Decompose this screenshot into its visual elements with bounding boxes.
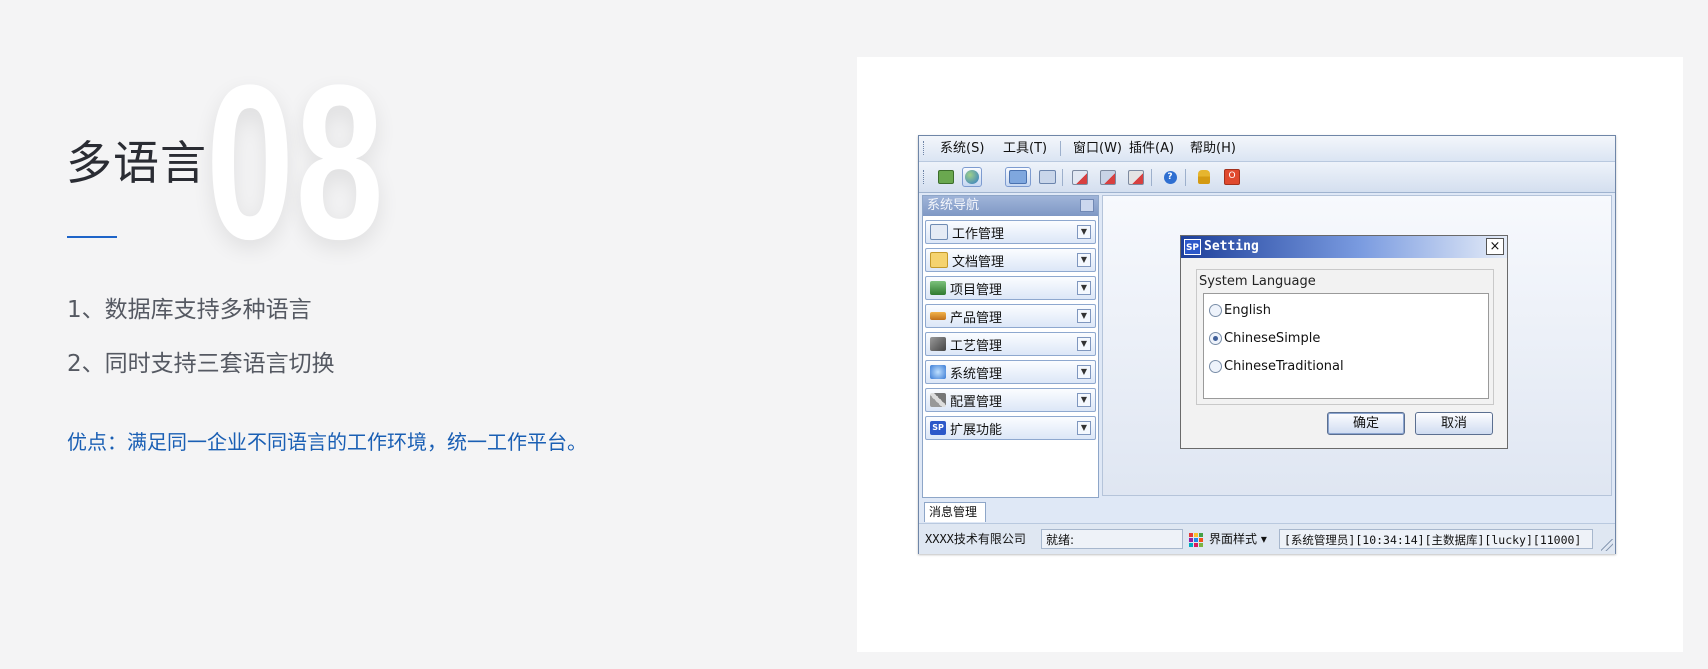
nav-item-label: 配置管理 (950, 394, 1003, 410)
pin-icon[interactable] (1080, 199, 1094, 212)
nav-item-work[interactable]: 工作管理 ▼ (925, 220, 1096, 244)
nav-item-label: 工作管理 (952, 226, 1005, 242)
nav-item-config[interactable]: 配置管理 ▼ (925, 388, 1096, 412)
nav-item-projects[interactable]: 项目管理 ▼ (925, 276, 1096, 300)
system-navigation-panel: 系统导航 工作管理 ▼ 文档管理 ▼ 项目管理 ▼ 产品管理 ▼ 工艺管理 ▼ (922, 195, 1099, 498)
status-company: XXXX技术有限公司 (925, 532, 1026, 546)
language-option-label: ChineseTraditional (1224, 359, 1344, 374)
chevron-down-icon[interactable]: ▼ (1077, 337, 1091, 351)
delete-grid-icon[interactable] (1126, 167, 1146, 187)
project-icon (930, 281, 946, 295)
toolbar-grip[interactable] (923, 170, 927, 184)
toolbar-separator (1062, 169, 1063, 186)
nav-header-title: 系统导航 (927, 198, 980, 213)
nav-item-label: 系统管理 (950, 366, 1003, 382)
toolbar-separator (1151, 169, 1152, 186)
tool-bar: ? O (919, 162, 1615, 193)
interface-style-dropdown[interactable]: 界面样式 ▾ (1189, 529, 1267, 549)
setting-dialog: SP Setting × System Language English Chi… (1180, 235, 1508, 449)
chevron-down-icon[interactable]: ▼ (1077, 309, 1091, 323)
form-icon[interactable] (1037, 167, 1057, 187)
help-icon[interactable]: ? (1160, 167, 1180, 187)
menu-window[interactable]: 窗口(W) (1073, 140, 1122, 157)
ok-button[interactable]: 确定 (1327, 412, 1405, 435)
app-window: 系统(S) 工具(T) 窗口(W) 插件(A) 帮助(H) ? O 系统导航 工… (918, 135, 1616, 554)
tools-icon (930, 393, 946, 407)
nav-item-label: 项目管理 (950, 282, 1003, 298)
chevron-down-icon[interactable]: ▼ (1077, 393, 1091, 407)
nav-item-extensions[interactable]: SP 扩展功能 ▼ (925, 416, 1096, 440)
status-ready: 就绪: (1041, 529, 1183, 549)
radio-button[interactable] (1209, 360, 1222, 373)
delete-list-icon[interactable] (1098, 167, 1118, 187)
sp-logo-icon: SP (1184, 239, 1201, 255)
menubar-grip[interactable] (923, 141, 927, 155)
chevron-down-icon[interactable]: ▼ (1077, 281, 1091, 295)
radio-button[interactable] (1209, 304, 1222, 317)
nav-item-label: 扩展功能 (950, 422, 1003, 438)
new-window-icon[interactable] (936, 167, 956, 187)
nav-item-system[interactable]: 系统管理 ▼ (925, 360, 1096, 384)
status-bar: XXXX技术有限公司 就绪: 界面样式 ▾ [系统管理员][10:34:14][… (919, 523, 1615, 554)
advantage-text: 优点：满足同一企业不同语言的工作环境，统一工作平台。 (67, 430, 587, 454)
slide-number: 08 (206, 39, 386, 285)
accent-divider (67, 236, 117, 238)
resize-grip-icon[interactable] (1601, 539, 1613, 551)
chevron-down-icon[interactable]: ▼ (1077, 225, 1091, 239)
work-icon (930, 224, 948, 240)
menu-system[interactable]: 系统(S) (940, 140, 984, 157)
nav-item-label: 产品管理 (950, 310, 1003, 326)
nav-header: 系统导航 (923, 196, 1098, 216)
folder-icon[interactable] (1005, 167, 1031, 187)
status-session-info: [系统管理员][10:34:14][主数据库][lucky][11000] (1279, 529, 1593, 549)
language-option-chinese-traditional[interactable]: ChineseTraditional (1209, 359, 1344, 374)
process-icon (930, 337, 946, 351)
chevron-down-icon[interactable]: ▼ (1077, 365, 1091, 379)
dialog-title-bar[interactable]: SP Setting × (1181, 236, 1507, 258)
nav-item-documents[interactable]: 文档管理 ▼ (925, 248, 1096, 272)
feature-point-1: 1、数据库支持多种语言 (67, 297, 312, 323)
language-list: English ChineseSimple ChineseTraditional (1203, 293, 1489, 399)
close-icon[interactable]: × (1486, 238, 1504, 255)
menu-tools[interactable]: 工具(T) (1003, 140, 1047, 157)
nav-item-label: 文档管理 (952, 254, 1005, 270)
nav-item-label: 工艺管理 (950, 338, 1003, 354)
chevron-down-icon[interactable]: ▼ (1077, 253, 1091, 267)
chevron-down-icon[interactable]: ▼ (1077, 421, 1091, 435)
language-group-label: System Language (1199, 274, 1316, 289)
dialog-title: Setting (1204, 239, 1259, 254)
menu-plugins[interactable]: 插件(A) (1129, 140, 1174, 157)
folder-icon (930, 252, 948, 268)
system-icon (930, 365, 946, 379)
menu-help[interactable]: 帮助(H) (1190, 140, 1236, 157)
language-option-chinese-simple[interactable]: ChineseSimple (1209, 331, 1320, 346)
menu-bar: 系统(S) 工具(T) 窗口(W) 插件(A) 帮助(H) (919, 136, 1615, 162)
power-icon[interactable]: O (1222, 167, 1242, 187)
radio-button-selected[interactable] (1209, 332, 1222, 345)
cancel-button[interactable]: 取消 (1415, 412, 1493, 435)
language-option-label: ChineseSimple (1224, 331, 1321, 346)
language-option-english[interactable]: English (1209, 303, 1271, 318)
delete-doc-icon[interactable] (1070, 167, 1090, 187)
tab-message-management[interactable]: 消息管理 (924, 502, 986, 522)
sp-logo-icon: SP (930, 421, 946, 435)
feature-point-2: 2、同时支持三套语言切换 (67, 351, 335, 377)
nav-item-products[interactable]: 产品管理 ▼ (925, 304, 1096, 328)
toolbar-separator (1185, 169, 1186, 186)
nav-item-process[interactable]: 工艺管理 ▼ (925, 332, 1096, 356)
product-icon (930, 312, 946, 320)
lock-icon[interactable] (1194, 167, 1214, 187)
slide-title: 多语言 (66, 136, 207, 190)
language-option-label: English (1224, 303, 1271, 318)
menu-separator (1060, 141, 1061, 156)
globe-icon[interactable] (962, 167, 982, 187)
